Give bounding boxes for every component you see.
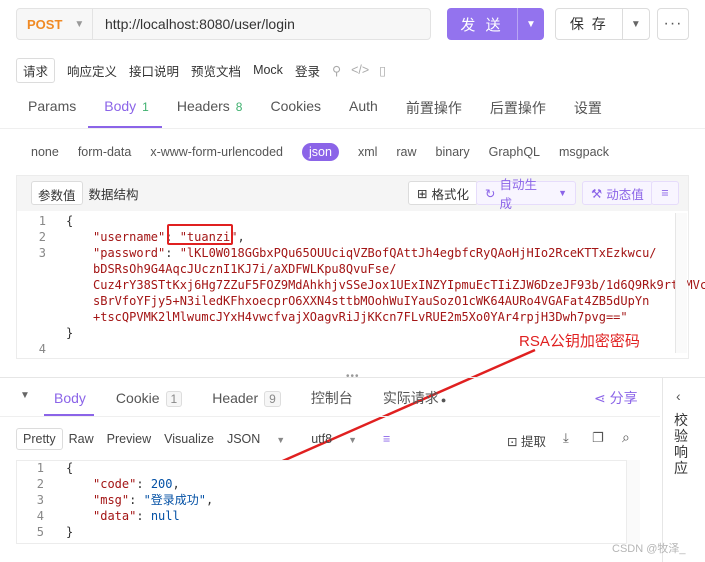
view-visualize[interactable]: Visualize (164, 432, 214, 446)
search-icon[interactable]: ⌕ (622, 429, 630, 446)
response-scrollbar[interactable] (626, 460, 640, 544)
code-line: { (66, 461, 74, 475)
tab-actual-request[interactable]: 实际请求 ● (383, 388, 446, 408)
watermark: CSDN @牧泽_ (612, 543, 686, 555)
view-raw[interactable]: Raw (69, 432, 94, 446)
view-preview[interactable]: Preview (107, 432, 151, 446)
drag-handle-icon[interactable]: ••• (346, 371, 360, 382)
chevron-left-icon[interactable]: ‹ (676, 388, 681, 404)
tab-console[interactable]: 控制台 (311, 388, 353, 408)
tab-response-header[interactable]: Header 9 (212, 390, 281, 407)
extract-icon: ⊡ (507, 435, 518, 449)
copy-icon[interactable]: ❐ (592, 430, 604, 446)
divider (0, 416, 660, 417)
line-numbers: 1 2 3 4 5 (36, 461, 44, 539)
extract-button[interactable]: ⊡ 提取 (507, 431, 546, 450)
download-icon[interactable]: ⤓ (563, 430, 569, 446)
format-select[interactable]: JSON ▼ (227, 432, 298, 446)
code-line: "code": 200, (93, 477, 180, 491)
code-line: "data": null (93, 509, 180, 523)
wrap-icon[interactable]: ≡ (383, 432, 390, 446)
code-line: } (66, 525, 74, 539)
view-pretty[interactable]: Pretty (16, 428, 63, 450)
validate-response-label[interactable]: 校验响应 (674, 412, 688, 476)
tab-response-body[interactable]: Body (54, 390, 86, 406)
encoding-select[interactable]: utf8 ▼ (311, 432, 370, 446)
response-toolbar: Pretty Raw Preview Visualize JSON ▼ utf8 ▼… (16, 427, 403, 451)
response-tabs: Body Cookie 1 Header 9 控制台 实际请求 ● (54, 388, 476, 408)
share-button[interactable]: ⋖ 分享 (594, 388, 638, 408)
code-line: "msg": "登录成功", (93, 493, 214, 507)
share-icon: ⋖ (594, 390, 606, 406)
chevron-down-icon[interactable]: ▼ (20, 390, 30, 401)
tab-response-cookie[interactable]: Cookie 1 (116, 390, 183, 407)
